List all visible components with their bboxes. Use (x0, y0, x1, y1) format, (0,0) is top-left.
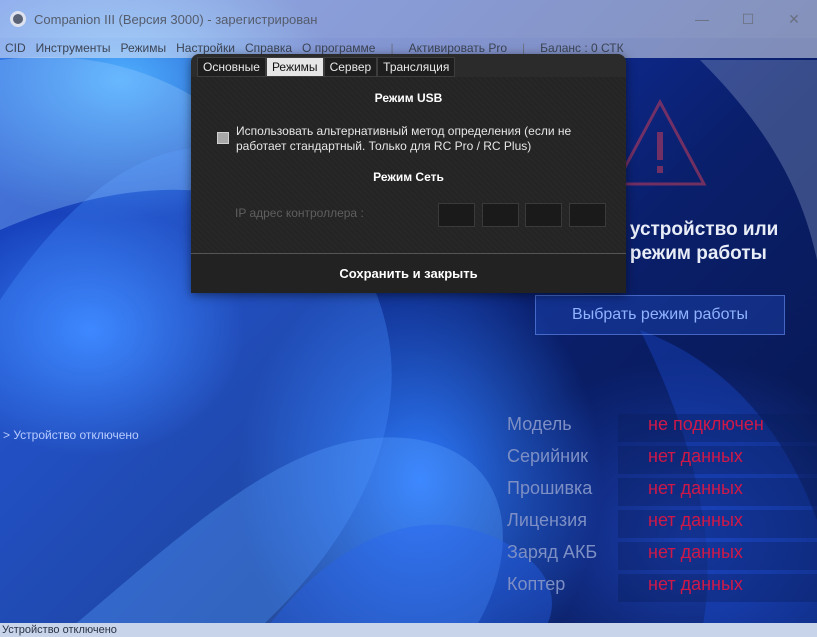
menu-separator: | (390, 41, 394, 55)
info-row-copter: Коптер нет данных (500, 574, 817, 604)
app-icon (10, 11, 26, 27)
usb-mode-title: Режим USB (374, 91, 443, 105)
modes-panel: Режим USB Использовать альтернативный ме… (191, 77, 626, 253)
network-mode-title: Режим Сеть (373, 170, 444, 184)
settings-tabs: Основные Режимы Сервер Трансляция (197, 57, 456, 77)
tab-general[interactable]: Основные (197, 57, 266, 77)
ip-octet-1-input[interactable] (438, 203, 475, 227)
info-label: Серийник (507, 446, 588, 466)
menu-item-about[interactable]: О программе (297, 41, 380, 55)
info-row-model: Модель не подключен (500, 414, 817, 444)
info-row-firmware: Прошивка нет данных (500, 478, 817, 508)
info-row-battery: Заряд АКБ нет данных (500, 542, 817, 572)
info-label: Лицензия (507, 510, 587, 530)
info-label: Модель (507, 414, 572, 434)
tab-server[interactable]: Сервер (323, 57, 378, 77)
settings-dialog: Основные Режимы Сервер Трансляция Режим … (191, 54, 626, 293)
tab-modes[interactable]: Режимы (265, 57, 324, 77)
warning-text-line2: е режим работы (614, 243, 767, 264)
close-button[interactable]: ✕ (771, 0, 817, 38)
ip-address-label: IP адрес контроллера : (235, 206, 364, 220)
warning-text-line1: е устройство или (614, 219, 779, 240)
warning-icon (613, 98, 707, 186)
device-state-text: > Устройство отключено (3, 428, 139, 442)
ip-octet-3-input[interactable] (525, 203, 562, 227)
save-and-close-button[interactable]: Сохранить и закрыть (191, 253, 626, 293)
select-mode-button[interactable]: Выбрать режим работы (535, 295, 785, 335)
balance-label: Баланс : 0 СТК (540, 41, 624, 55)
info-value: нет данных (618, 446, 817, 474)
info-label: Заряд АКБ (507, 542, 598, 562)
menu-item-help[interactable]: Справка (240, 41, 297, 55)
info-value: нет данных (618, 510, 817, 538)
info-value: нет данных (618, 574, 817, 602)
ip-octet-4-input[interactable] (569, 203, 606, 227)
menu-item-settings[interactable]: Настройки (171, 41, 240, 55)
menu-item-activate-pro[interactable]: Активировать Pro (404, 41, 512, 55)
tab-broadcast[interactable]: Трансляция (377, 57, 456, 77)
menu-item-tools[interactable]: Инструменты (31, 41, 116, 55)
info-value: не подключен (618, 414, 817, 442)
title-bar: Companion III (Версия 3000) - зарегистри… (0, 0, 817, 38)
info-value: нет данных (618, 478, 817, 506)
ip-octet-2-input[interactable] (482, 203, 519, 227)
maximize-button[interactable]: ☐ (725, 0, 771, 38)
info-row-license: Лицензия нет данных (500, 510, 817, 540)
minimize-button[interactable]: — (679, 0, 725, 38)
info-label: Коптер (507, 574, 566, 594)
menu-separator: | (522, 41, 526, 55)
menu-item-cid[interactable]: CID (0, 41, 31, 55)
alt-method-checkbox[interactable] (217, 132, 229, 144)
alt-method-label[interactable]: Использовать альтернативный метод опреде… (236, 124, 616, 154)
info-row-serial: Серийник нет данных (500, 446, 817, 476)
menu-item-modes[interactable]: Режимы (116, 41, 172, 55)
info-label: Прошивка (507, 478, 593, 498)
window-title: Companion III (Версия 3000) - зарегистри… (34, 11, 318, 27)
info-value: нет данных (618, 542, 817, 570)
status-bar: Устройство отключено (0, 623, 817, 637)
